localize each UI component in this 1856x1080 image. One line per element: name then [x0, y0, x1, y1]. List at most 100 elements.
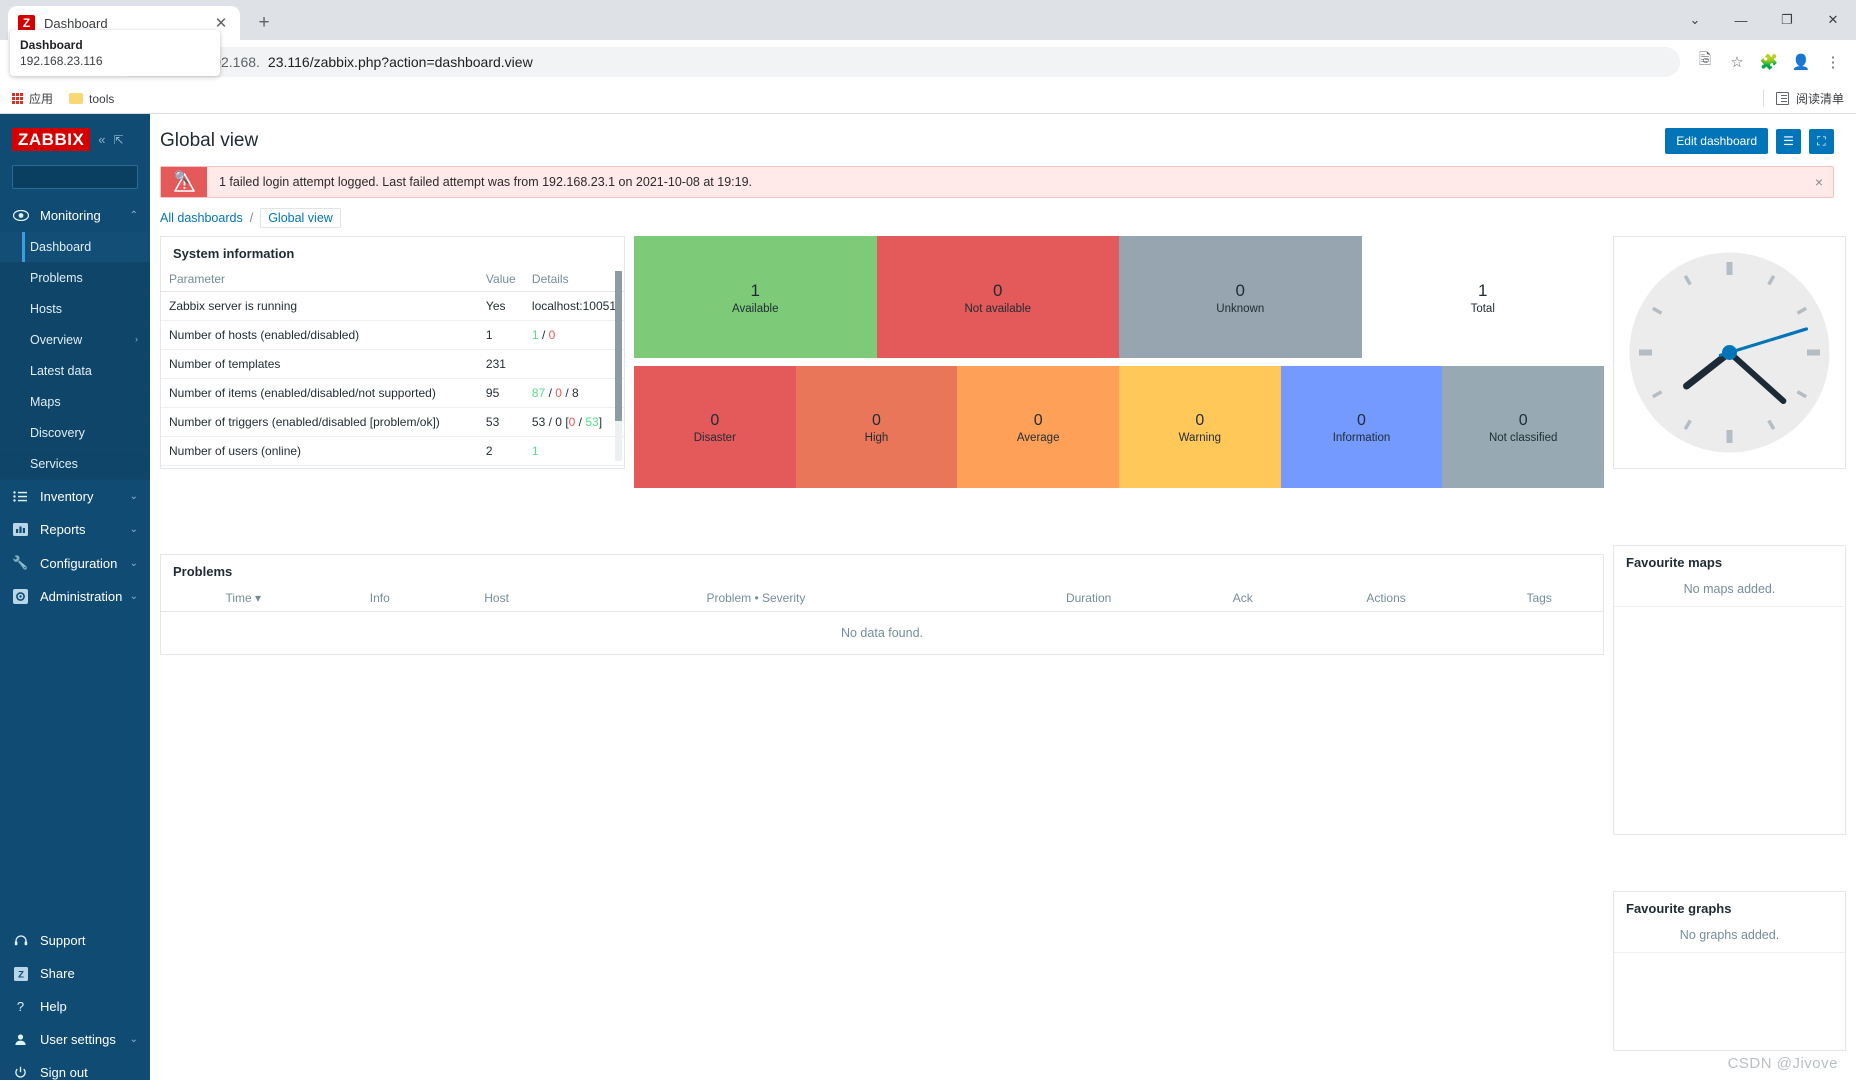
bookmark-tools[interactable]: tools: [69, 92, 114, 106]
sidebar-item-discovery[interactable]: Discovery: [0, 418, 150, 449]
breadcrumb-current[interactable]: Global view: [260, 208, 341, 228]
sidebar-item-overview[interactable]: Overview ›: [0, 325, 150, 356]
favourite-graphs-widget: Favourite graphs No graphs added.: [1613, 891, 1846, 1052]
host-availability-cell[interactable]: 0 Not available: [876, 236, 1119, 358]
severity-count: 0: [710, 412, 720, 429]
kiosk-mode-icon[interactable]: ⛶: [1809, 128, 1834, 154]
host-availability-cell[interactable]: 1 Available: [634, 236, 877, 358]
severity-cell[interactable]: 0 High: [795, 366, 958, 488]
dashboard-column-middle: 1 Available 0 Not available 0 Unknown 1 Total 0…: [634, 236, 1604, 488]
main-content: Global view Edit dashboard ☰ ⛶ 1 failed …: [150, 114, 1856, 1080]
sidebar-item-help[interactable]: ? Help: [0, 990, 150, 1023]
profile-avatar-icon[interactable]: 👤: [1786, 47, 1816, 77]
sysinfo-value: 53: [477, 407, 524, 437]
sysinfo-value: 95: [477, 378, 524, 408]
problems-column-header[interactable]: Host: [433, 584, 560, 612]
severity-cell[interactable]: 0 Warning: [1119, 366, 1281, 488]
breadcrumb-all-dashboards[interactable]: All dashboards: [160, 211, 243, 225]
sidebar-item-maps[interactable]: Maps: [0, 387, 150, 418]
host-availability-cell[interactable]: 1 Total: [1361, 236, 1604, 358]
severity-cell[interactable]: 0 Not classified: [1442, 366, 1604, 488]
severity-count: 0: [1518, 412, 1528, 429]
system-information-scrollbar[interactable]: [615, 271, 622, 461]
host-availability-label: Not available: [964, 303, 1031, 315]
sysinfo-detail-part: /: [561, 386, 572, 400]
zabbix-logo[interactable]: ZABBIX: [12, 128, 91, 151]
url-main: 23.116/zabbix.php?action=dashboard.view: [267, 53, 533, 70]
sysinfo-value: 1: [477, 320, 524, 350]
sidebar-section-monitoring-label: Monitoring: [40, 208, 101, 223]
severity-cell[interactable]: 0 Average: [957, 366, 1119, 488]
sidebar-section-monitoring[interactable]: Monitoring ⌃: [0, 199, 150, 232]
system-information-title: System information: [173, 246, 295, 261]
question-icon: ?: [16, 999, 25, 1014]
severity-cell[interactable]: 0 Information: [1280, 366, 1443, 488]
search-input[interactable]: [19, 170, 174, 184]
sysinfo-parameter: Number of users (online): [161, 436, 478, 466]
chevron-down-icon: ⌄: [129, 591, 138, 602]
sidebar-section-reports[interactable]: Reports ⌄: [0, 513, 150, 546]
sidebar-item-share[interactable]: Z Share: [0, 957, 150, 990]
sidebar-section-configuration[interactable]: 🔧 Configuration ⌄: [0, 546, 150, 580]
host-availability-count: 1: [750, 281, 760, 300]
page-header-actions: Edit dashboard ☰ ⛶: [1665, 128, 1834, 154]
problems-column-header[interactable]: Duration: [988, 584, 1189, 612]
sidebar-search[interactable]: 🔍: [12, 165, 189, 189]
bookmark-apps[interactable]: 应用: [12, 90, 53, 107]
sidebar-section-inventory[interactable]: Inventory ⌄: [0, 480, 150, 513]
sidebar-item-dashboard[interactable]: Dashboard: [0, 232, 150, 263]
extensions-icon[interactable]: 🧩: [1754, 47, 1784, 77]
table-row: Required server performance, new values …: [161, 465, 624, 468]
sidebar-item-latest-data[interactable]: Latest data: [0, 356, 150, 387]
bookmark-star-icon[interactable]: ☆: [1722, 47, 1752, 77]
tab-search-chevron-icon[interactable]: ⌄: [1672, 0, 1718, 40]
sidebar-item-hosts[interactable]: Hosts: [0, 294, 150, 325]
problems-column-header[interactable]: Time ▾: [161, 584, 326, 612]
col-value: Value: [477, 267, 524, 292]
breadcrumb: All dashboards / Global view: [150, 198, 1856, 236]
tooltip-title: Dashboard: [20, 38, 83, 52]
severity-cell[interactable]: 0 Disaster: [634, 366, 796, 488]
problems-column-header[interactable]: Tags: [1475, 584, 1603, 612]
sidebar-section-administration[interactable]: Administration ⌄: [0, 580, 150, 613]
sysinfo-detail-part: /: [575, 415, 586, 429]
close-window-button[interactable]: ✕: [1810, 0, 1856, 40]
problems-column-header[interactable]: Problem • Severity: [559, 584, 953, 612]
translate-icon[interactable]: 🗟: [1690, 47, 1720, 77]
maximize-button[interactable]: ❐: [1764, 0, 1810, 40]
sidebar-item-problems[interactable]: Problems: [0, 263, 150, 294]
sysinfo-value: 1.39: [477, 465, 524, 468]
message-close-icon[interactable]: ×: [1805, 167, 1833, 197]
problems-column-header[interactable]: Actions: [1296, 584, 1476, 612]
sidebar-item-user-settings[interactable]: User settings ⌄: [0, 1023, 150, 1056]
system-information-table: Parameter Value Details Zabbix server is…: [161, 267, 624, 468]
dashboard-menu-icon[interactable]: ☰: [1776, 128, 1801, 154]
sidebar-item-user-settings-label: User settings: [40, 1032, 116, 1047]
browser-menu-icon[interactable]: ⋮: [1818, 47, 1848, 77]
sysinfo-parameter: Number of items (enabled/disabled/not su…: [161, 378, 478, 408]
problems-column-header[interactable]: Info: [325, 584, 434, 612]
sidebar-item-services[interactable]: Services: [0, 449, 150, 480]
problems-by-severity-widget: 0 Disaster 0 High 0 Average 0 Warning 0 Informati…: [634, 366, 1604, 488]
minimize-button[interactable]: —: [1718, 0, 1764, 40]
edit-dashboard-button[interactable]: Edit dashboard: [1665, 128, 1768, 154]
sysinfo-detail-part: 87: [531, 386, 546, 400]
sysinfo-details: [523, 465, 624, 468]
severity-label: Information: [1332, 432, 1391, 444]
severity-label: Disaster: [693, 432, 736, 444]
sidebar-item-sign-out[interactable]: Sign out: [0, 1056, 150, 1080]
table-row: Number of items (enabled/disabled/not su…: [161, 378, 624, 408]
sidebar-collapse-icon[interactable]: «: [98, 132, 105, 147]
sidebar-compact-icon[interactable]: ⇱: [114, 133, 124, 147]
host-availability-cell[interactable]: 0 Unknown: [1119, 236, 1362, 358]
reading-list-button[interactable]: 阅读清单: [1762, 90, 1844, 107]
address-bar[interactable]: ⚠ 不安全 | 192.168.23.116/zabbix.php?action…: [116, 46, 1680, 77]
new-tab-button[interactable]: +: [250, 9, 278, 37]
problems-empty-row: No data found.: [161, 611, 1603, 654]
chevron-down-icon: ⌄: [129, 1034, 138, 1045]
sidebar-section-reports-label: Reports: [40, 522, 86, 537]
table-row: Number of triggers (enabled/disabled [pr…: [161, 407, 624, 437]
problems-column-header[interactable]: Ack: [1188, 584, 1297, 612]
sidebar-item-support[interactable]: Support: [0, 924, 150, 957]
severity-count: 0: [1195, 412, 1205, 429]
